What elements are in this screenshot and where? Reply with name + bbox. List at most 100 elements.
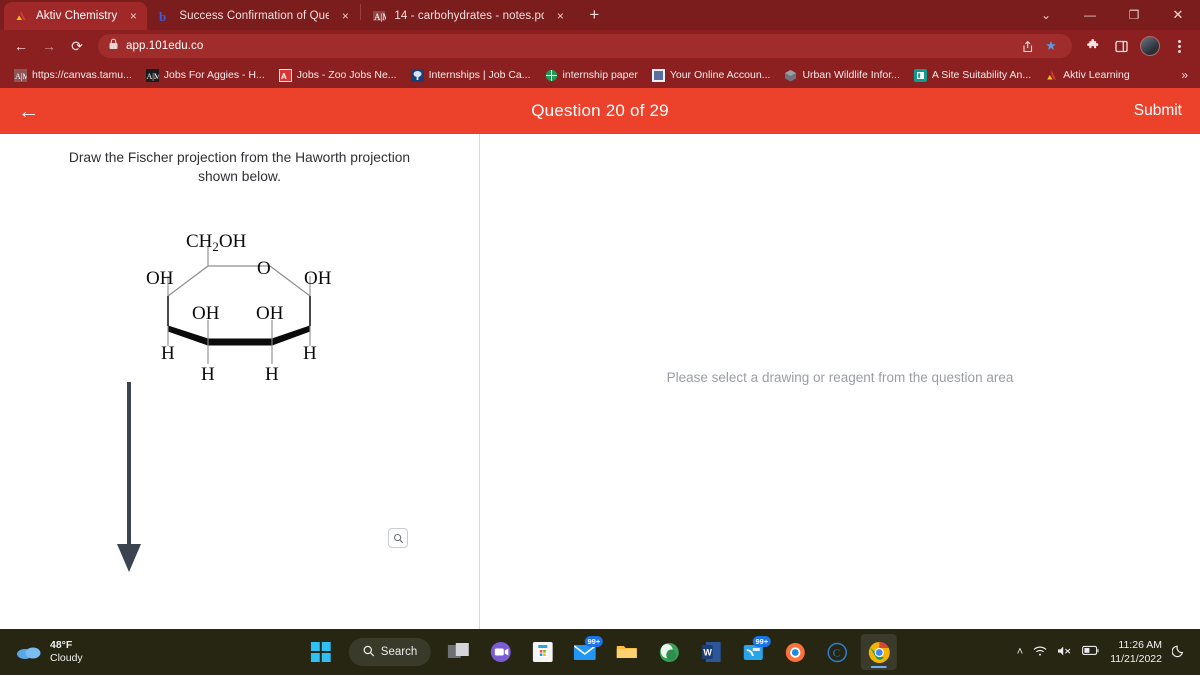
taskbar-item-xbox[interactable] (651, 634, 687, 670)
bookmark-star-icon[interactable]: ★ (1040, 35, 1062, 57)
reload-icon[interactable]: ⟳ (64, 33, 90, 59)
mail-badge: 99+ (584, 636, 604, 647)
bookmark-label: Your Online Accoun... (669, 69, 771, 81)
bookmarks-overflow-icon[interactable]: » (1177, 68, 1192, 82)
magnifier-icon[interactable] (388, 528, 408, 548)
question-counter: Question 20 of 29 (531, 101, 669, 120)
tab-title: Success Confirmation of Question (179, 10, 330, 22)
tamu-crest-icon: A|M (14, 68, 30, 82)
bookmarks-bar: A|M https://canvas.tamu... A|M Jobs For … (0, 62, 1200, 88)
system-tray: ˄ 11:26 AM 11/21/2022 (1017, 638, 1200, 666)
window-controls: ⌄ — ❐ ✕ (1024, 0, 1200, 30)
url-text: app.101edu.co (126, 40, 204, 52)
clock-time: 11:26 AM (1118, 639, 1162, 651)
moon-icon[interactable] (1171, 644, 1186, 661)
label-h-bottom-right: H (265, 364, 279, 385)
site-suitability-icon (913, 68, 927, 82)
taskbar-item-mail[interactable]: 99+ (567, 634, 604, 670)
taskbar-item-firefox[interactable] (777, 634, 813, 670)
label-h-left: H (161, 343, 175, 364)
bookmark-label: internship paper (562, 69, 638, 81)
puzzle-icon[interactable] (1080, 33, 1106, 59)
internships-icon (410, 68, 424, 82)
wifi-icon[interactable] (1033, 645, 1047, 660)
lock-icon (108, 37, 119, 55)
close-window-icon[interactable]: ✕ (1156, 0, 1200, 30)
address-bar[interactable]: app.101edu.co ★ (98, 34, 1072, 58)
taskbar-item-file-explorer[interactable] (609, 634, 645, 670)
browser-tab-success-confirmation[interactable]: b Success Confirmation of Question × (147, 2, 359, 30)
canvas-placeholder-message: Please select a drawing or reagent from … (666, 370, 1014, 385)
minimize-icon[interactable]: — (1068, 0, 1112, 30)
box-gray-icon (784, 69, 797, 82)
workspace: Draw the Fischer projection from the Haw… (0, 134, 1200, 629)
bookmark-internships[interactable]: Internships | Job Ca... (405, 67, 537, 84)
b-letter-icon: b (157, 9, 171, 24)
windows-taskbar: 48°F Cloudy Search 99+ W 99+ C ˄ 11:26 A… (0, 629, 1200, 675)
label-h-right: H (303, 343, 317, 364)
maximize-icon[interactable]: ❐ (1112, 0, 1156, 30)
bookmark-site-suitability[interactable]: A Site Suitability An... (908, 67, 1037, 84)
bookmark-zoo-jobs[interactable]: A Jobs - Zoo Jobs Ne... (273, 67, 403, 84)
browser-window: Aktiv Chemistry × b Success Confirmation… (0, 0, 1200, 629)
svg-text:A|M: A|M (374, 12, 386, 22)
profile-avatar[interactable] (1140, 36, 1160, 56)
taskbar-item-task-view[interactable] (441, 634, 477, 670)
label-ch2oh: CH2OH (186, 234, 247, 254)
tab-close-icon[interactable]: × (337, 8, 353, 24)
taskbar-item-outlook[interactable]: 99+ (735, 634, 772, 670)
windows-start-icon[interactable] (303, 634, 339, 670)
bookmark-aktiv-learning[interactable]: Aktiv Learning (1039, 67, 1136, 84)
kebab-menu-icon[interactable] (1166, 33, 1192, 59)
browser-tab-aktiv-chemistry[interactable]: Aktiv Chemistry × (4, 2, 148, 30)
taskbar-search-button[interactable]: Search (348, 638, 432, 666)
share-icon[interactable] (1016, 35, 1038, 57)
bookmark-label: Jobs - Zoo Jobs Ne... (296, 69, 397, 81)
forward-icon[interactable]: → (36, 33, 62, 59)
cloud-icon (16, 644, 42, 660)
haworth-projection-structure[interactable]: CH2OH O OH OH OH OH H H H H (130, 231, 350, 399)
svg-text:A|M: A|M (15, 72, 27, 81)
bookmark-jobs-for-aggies[interactable]: A|M Jobs For Aggies - H... (140, 67, 271, 84)
tamu-black-icon: A|M (145, 68, 161, 82)
browser-tab-carbohydrates-pdf[interactable]: A|M 14 - carbohydrates - notes.pdf: 2 × (362, 2, 574, 30)
bookmark-online-account[interactable]: Your Online Accoun... (646, 67, 777, 84)
label-oh-inner-right: OH (256, 303, 284, 324)
volume-muted-icon[interactable] (1057, 645, 1072, 660)
taskbar-item-circle-c[interactable]: C (819, 634, 855, 670)
tab-close-icon[interactable]: × (125, 8, 141, 24)
bookmark-urban-wildlife[interactable]: Urban Wildlife Infor... (778, 67, 905, 84)
bookmark-label: Urban Wildlife Infor... (802, 69, 900, 81)
bookmark-label: Jobs For Aggies - H... (163, 69, 265, 81)
taskbar-item-word[interactable]: W (693, 634, 729, 670)
tamu-crest-icon: A|M (372, 9, 391, 23)
tab-close-icon[interactable]: × (552, 8, 568, 24)
battery-icon[interactable] (1082, 645, 1100, 659)
side-panel-icon[interactable] (1108, 33, 1134, 59)
clock-date: 11/21/2022 (1110, 653, 1162, 665)
weather-widget[interactable]: 48°F Cloudy (0, 639, 83, 665)
drawing-canvas-pane[interactable]: Please select a drawing or reagent from … (480, 134, 1200, 629)
taskbar-clock[interactable]: 11:26 AM 11/21/2022 (1110, 638, 1162, 666)
collapse-icon[interactable]: ⌄ (1024, 0, 1068, 30)
taskbar-items: Search 99+ W 99+ C (303, 634, 898, 670)
taskbar-item-teams[interactable] (483, 634, 519, 670)
new-tab-button[interactable]: + (580, 1, 608, 29)
svg-text:W: W (703, 647, 712, 657)
taskbar-item-microsoft-store[interactable] (525, 634, 561, 670)
weather-temperature: 48°F (50, 639, 73, 651)
online-account-icon (651, 68, 665, 82)
weather-text: 48°F Cloudy (50, 639, 83, 665)
active-app-indicator (871, 665, 888, 668)
tab-divider (360, 4, 362, 20)
back-icon[interactable]: ← (8, 33, 34, 59)
label-oh-inner-left: OH (192, 303, 220, 324)
outlook-badge: 99+ (752, 636, 772, 647)
bookmark-internship-paper[interactable]: internship paper (539, 67, 644, 84)
submit-button[interactable]: Submit (1134, 102, 1182, 120)
tray-overflow-icon[interactable]: ˄ (1017, 646, 1023, 658)
taskbar-item-chrome[interactable] (861, 634, 898, 670)
bookmark-canvas-tamu[interactable]: A|M https://canvas.tamu... (8, 67, 138, 84)
svg-text:b: b (159, 9, 166, 23)
bookmark-label: Aktiv Learning (1063, 69, 1130, 81)
